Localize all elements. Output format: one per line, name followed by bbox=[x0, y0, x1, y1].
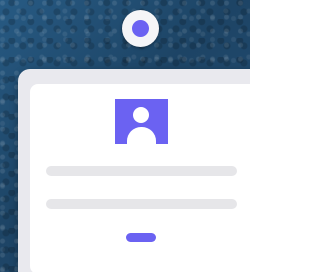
id-badge-scene bbox=[0, 0, 250, 272]
placeholder-text-line bbox=[46, 166, 237, 176]
lanyard-hole-icon bbox=[122, 10, 159, 47]
avatar-body bbox=[127, 127, 156, 144]
card-action-button[interactable] bbox=[126, 233, 156, 242]
user-avatar-icon bbox=[115, 99, 168, 144]
lanyard-dot bbox=[132, 20, 149, 37]
id-card bbox=[18, 69, 250, 272]
avatar-head bbox=[133, 107, 149, 123]
placeholder-text-line bbox=[46, 199, 237, 209]
id-card-face bbox=[30, 84, 250, 272]
